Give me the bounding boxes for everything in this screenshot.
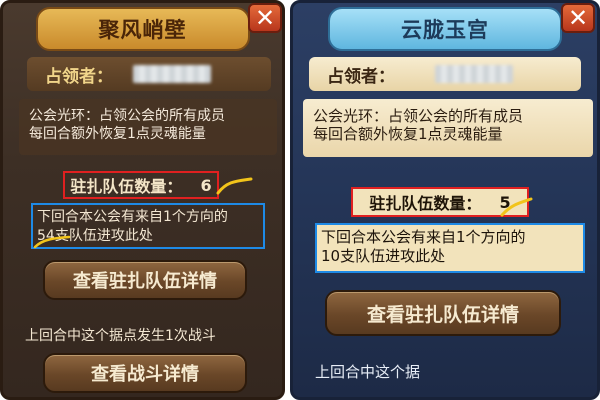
garrison-label: 驻扎队伍数量： (70, 177, 183, 196)
garrison-label: 驻扎队伍数量： (369, 194, 482, 213)
occupier-name-redacted (435, 65, 513, 83)
stronghold-panel-right: 云胧玉宫 ✕ 占领者： 公会光环：占领公会的所有成员 每回合额外恢复1点灵魂能量… (290, 0, 600, 400)
panel-title: 聚风峭壁 (35, 7, 250, 51)
attack-line: 10支队伍进攻此处 (321, 247, 446, 265)
view-garrison-details-button[interactable]: 查看驻扎队伍详情 (43, 260, 247, 300)
occupier-name-redacted (133, 65, 211, 83)
attack-line: 下回合本公会有来自1个方向的 (321, 228, 526, 246)
garrison-count: 6 (200, 175, 212, 195)
guild-aura-description: 公会光环：占领公会的所有成员 每回合额外恢复1点灵魂能量 (19, 99, 277, 155)
yellow-squiggle-mark (216, 177, 253, 195)
last-round-battle-text: 上回合中这个据 (315, 363, 421, 381)
stronghold-panel-left: 聚风峭壁 ✕ 占领者： 公会光环：占领公会的所有成员 每回合额外恢复1点灵魂能量… (0, 0, 285, 400)
last-round-battle-text: 上回合中这个据点发生1次战斗 (25, 328, 216, 344)
description-line: 公会光环：占领公会的所有成员 (313, 107, 524, 125)
view-garrison-details-button[interactable]: 查看驻扎队伍详情 (325, 290, 561, 336)
guild-aura-description: 公会光环：占领公会的所有成员 每回合额外恢复1点灵魂能量 (303, 99, 593, 157)
close-icon[interactable]: ✕ (561, 3, 595, 33)
occupier-row: 占领者： (27, 57, 271, 91)
yellow-squiggle-mark (500, 197, 533, 217)
close-icon[interactable]: ✕ (248, 3, 282, 33)
panel-title: 云胧玉宫 (328, 7, 562, 51)
description-line: 每回合额外恢复1点灵魂能量 (29, 126, 206, 142)
view-battle-details-button[interactable]: 查看战斗详情 (43, 353, 247, 393)
yellow-squiggle-mark (33, 235, 71, 249)
description-line: 公会光环：占领公会的所有成员 (29, 108, 225, 124)
occupier-label: 占领者： (327, 66, 395, 87)
occupier-label: 占领者： (45, 66, 113, 87)
occupier-row: 占领者： (309, 57, 581, 91)
attack-line: 下回合本公会有来自1个方向的 (37, 209, 228, 225)
incoming-attack-highlight: 下回合本公会有来自1个方向的 10支队伍进攻此处 (315, 223, 585, 273)
description-line: 每回合额外恢复1点灵魂能量 (313, 125, 503, 143)
garrison-count-highlight: 驻扎队伍数量： 6 (63, 171, 219, 199)
